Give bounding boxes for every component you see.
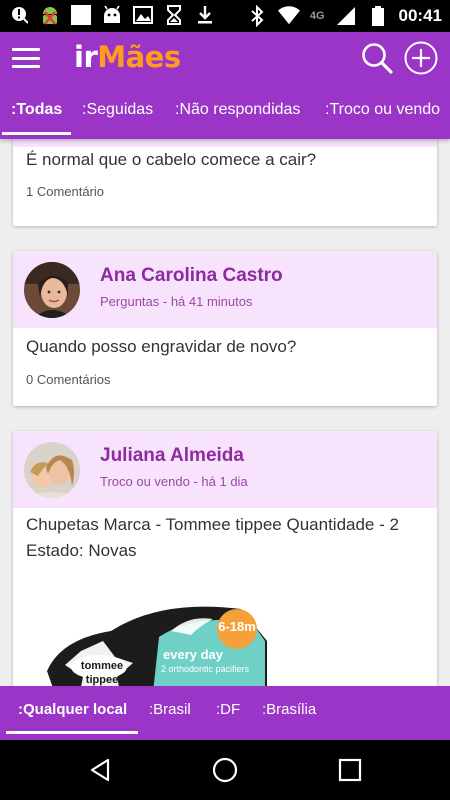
tab-seguidas[interactable]: :Seguidas <box>71 92 164 139</box>
wifi-icon <box>277 5 300 27</box>
bluetooth-icon <box>246 5 268 27</box>
network-type: 4G <box>309 10 325 22</box>
brand-label: tommee tippee <box>80 660 124 686</box>
post-feed[interactable]: É normal que o cabelo comece a cair? 1 C… <box>0 139 450 686</box>
system-nav-bar <box>0 740 450 800</box>
home-icon[interactable] <box>211 756 239 784</box>
post-text: É normal que o cabelo comece a cair? <box>26 150 317 169</box>
post-meta: Perguntas - há 41 minutos <box>100 294 253 309</box>
add-post-icon[interactable] <box>404 41 438 75</box>
post-comments-count[interactable]: 0 Comentários <box>13 372 124 387</box>
post-image[interactable]: 6-18m tommee tippee every day 2 orthodon… <box>41 601 291 686</box>
post-card[interactable]: Juliana Almeida Troco ou vendo - há 1 di… <box>13 431 437 686</box>
post-card[interactable]: Ana Carolina Castro Perguntas - há 41 mi… <box>13 251 437 406</box>
post-meta: Troco ou vendo - há 1 dia <box>100 474 248 489</box>
tab-indicator <box>2 132 71 135</box>
post-card-header <box>13 139 437 147</box>
post-text: Chupetas Marca - Tommee tippee Quantidad… <box>26 515 399 560</box>
menu-icon[interactable] <box>12 45 40 71</box>
avatar[interactable] <box>24 442 80 498</box>
clock: 00:41 <box>398 6 442 25</box>
location-brasilia[interactable]: :Brasília <box>254 686 324 734</box>
product-desc-label: 2 orthodontic pacifiers <box>161 664 250 674</box>
hourglass-icon <box>163 4 185 26</box>
filter-tabs: :Todas :Seguidas :Não respondidas :Troco… <box>0 92 450 139</box>
blank-notification-icon <box>70 4 92 26</box>
android-debug-icon <box>39 4 61 26</box>
logo-part-maes: Mães <box>97 40 181 74</box>
image-icon <box>132 4 154 26</box>
signal-icon <box>335 5 357 27</box>
product-line-label: every day <box>163 647 223 662</box>
location-brasil[interactable]: :Brasil <box>141 686 199 734</box>
battery-icon <box>367 5 389 27</box>
post-author[interactable]: Ana Carolina Castro <box>100 265 283 287</box>
location-qualquer-local[interactable]: :Qualquer local <box>10 686 135 734</box>
android-icon <box>101 4 123 26</box>
age-badge: 6-18m <box>218 619 256 634</box>
post-card-header: Juliana Almeida Troco ou vendo - há 1 di… <box>13 431 437 508</box>
tab-nao-respondidas[interactable]: :Não respondidas <box>164 92 311 139</box>
post-comments-count[interactable]: 1 Comentário <box>13 184 117 199</box>
post-text: Quando posso engravidar de novo? <box>26 337 297 356</box>
avatar[interactable] <box>24 262 80 318</box>
back-icon[interactable] <box>86 756 114 784</box>
status-bar: 4G 00:41 <box>0 0 450 32</box>
app-bar: irMães :Todas :Seguidas :Não respondidas… <box>0 32 450 139</box>
download-icon <box>194 4 216 26</box>
location-filter-bar: :Qualquer local :Brasil :DF :Brasília <box>0 686 450 740</box>
location-indicator <box>6 731 138 734</box>
logo-part-ir: ir <box>74 40 98 74</box>
alert-icon <box>8 4 30 26</box>
location-df[interactable]: :DF <box>208 686 248 734</box>
post-author[interactable]: Juliana Almeida <box>100 445 244 467</box>
post-card-header: Ana Carolina Castro Perguntas - há 41 mi… <box>13 251 437 328</box>
tab-troco-ou-vendo[interactable]: :Troco ou vendo <box>314 92 450 139</box>
app-logo: irMães <box>74 40 181 74</box>
post-card[interactable]: É normal que o cabelo comece a cair? 1 C… <box>13 139 437 226</box>
recents-icon[interactable] <box>336 756 364 784</box>
search-icon[interactable] <box>360 41 394 75</box>
